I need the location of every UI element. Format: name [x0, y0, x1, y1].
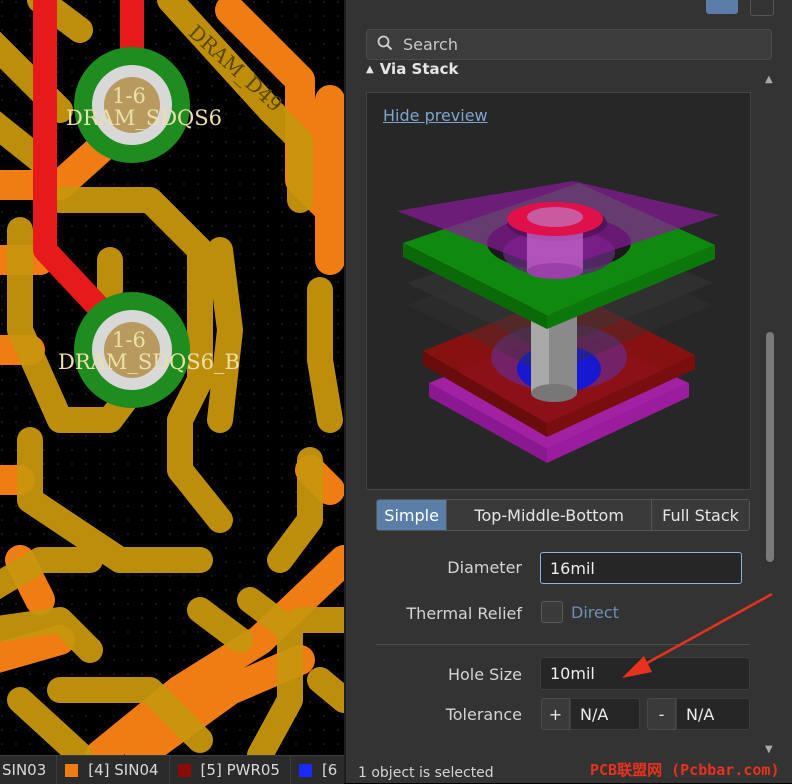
stack-mode-selector: Simple Top-Middle-Bottom Full Stack: [376, 499, 750, 531]
collapse-triangle-icon: ▲: [366, 63, 374, 75]
panel-top-button-2[interactable]: [750, 0, 774, 16]
section-title: Via Stack: [379, 60, 459, 78]
selection-status: 1 object is selected: [358, 765, 494, 781]
layer-tab-label: [6: [321, 761, 338, 779]
tolerance-minus-button[interactable]: -: [647, 698, 676, 730]
stack-mode-simple[interactable]: Simple: [377, 500, 448, 530]
scroll-down-arrow-icon[interactable]: ▼: [765, 744, 773, 755]
pad-number-1: 1-6: [112, 84, 146, 108]
layer-swatch: [177, 763, 191, 777]
layer-tab-label: [5] PWR05: [200, 761, 280, 779]
via-stack-preview: [366, 92, 751, 490]
pad-number-2: 1-6: [112, 328, 146, 352]
thermal-relief-checkbox[interactable]: [541, 601, 563, 623]
tolerance-plus-input[interactable]: N/A: [570, 698, 640, 730]
thermal-relief-label: Thermal Relief: [406, 604, 522, 623]
panel-top-button[interactable]: [706, 0, 738, 14]
search-placeholder: Search: [403, 35, 458, 54]
layer-tab-label: SIN03: [2, 761, 47, 779]
via-3d-preview: [397, 181, 719, 463]
layer-tab-label: [4] SIN04: [88, 761, 159, 779]
hole-size-label: Hole Size: [447, 665, 522, 684]
tolerance-plus-button[interactable]: +: [541, 698, 570, 730]
scrollbar-thumb[interactable]: [766, 332, 774, 562]
search-icon: [377, 35, 393, 55]
layer-tab-sin04[interactable]: [4] SIN04: [57, 756, 170, 784]
stack-mode-top-middle-bottom[interactable]: Top-Middle-Bottom: [447, 500, 653, 530]
layer-swatch: [298, 763, 312, 777]
via-stack-section-header[interactable]: ▲ Via Stack: [366, 60, 459, 78]
pad-net-2: DRAM_SDQS6_B: [58, 350, 240, 374]
stack-mode-full-stack[interactable]: Full Stack: [652, 500, 749, 530]
tolerance-label: Tolerance: [445, 705, 522, 724]
layer-swatch: [65, 763, 79, 777]
annotation-arrow: [622, 592, 773, 678]
watermark: PCB联盟网 (Pcbbar.com): [590, 761, 780, 779]
tolerance-minus-input[interactable]: N/A: [676, 698, 750, 730]
pcb-canvas[interactable]: 1-6 DRAM_SDQS6 1-6 DRAM_SDQS6_B DRAM_D49: [0, 0, 344, 755]
layer-tab-6[interactable]: [6: [291, 756, 344, 784]
layer-tabs: SIN03 [4] SIN04 [5] PWR05 [6: [0, 755, 344, 784]
layer-tab-sin03[interactable]: SIN03: [0, 756, 58, 784]
search-input[interactable]: Search: [366, 29, 772, 60]
layer-tab-pwr05[interactable]: [5] PWR05: [170, 756, 291, 784]
pad-net-1: DRAM_SDQS6: [66, 106, 223, 130]
hide-preview-link[interactable]: Hide preview: [383, 106, 488, 125]
diameter-label: Diameter: [447, 558, 522, 577]
scroll-up-arrow-icon[interactable]: ▲: [765, 74, 773, 85]
